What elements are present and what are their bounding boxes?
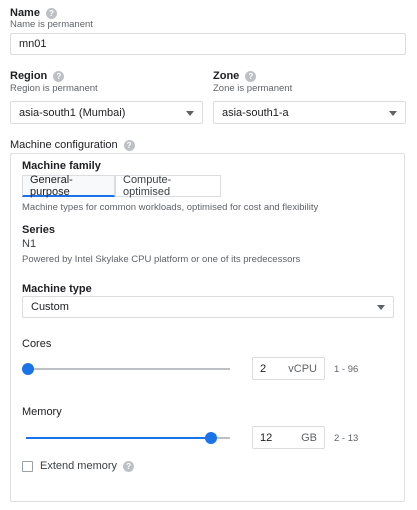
dropdown-arrow-icon [377,305,385,310]
zone-label-row: Zone? [213,70,257,82]
cores-range: 1 - 96 [334,364,359,375]
region-select[interactable]: asia-south1 (Mumbai) [10,101,203,124]
zone-helper: Zone is permanent [213,83,293,94]
zone-select-value: asia-south1-a [222,106,289,119]
memory-label: Memory [22,406,62,418]
series-description: Powered by Intel Skylake CPU platform or… [22,254,301,265]
tab-compute-optimised[interactable]: Compute-optimised [115,174,221,198]
zone-label: Zone [213,70,240,82]
tab-general-purpose[interactable]: General-purpose [22,173,115,198]
machine-type-label: Machine type [22,283,92,295]
memory-input[interactable]: 12 GB [252,426,325,449]
dropdown-arrow-icon [389,110,397,116]
name-input-value: mn01 [19,38,47,50]
cores-label: Cores [22,338,52,350]
family-description: Machine types for common workloads, opti… [22,202,319,213]
name-label-row: Name? [10,7,57,19]
series-label: Series [22,224,56,236]
region-select-value: asia-south1 (Mumbai) [19,106,126,119]
cores-unit: vCPU [288,362,317,375]
extend-memory-row: Extend memory? [40,460,135,472]
machine-config-label: Machine configuration [10,139,118,151]
extend-memory-checkbox[interactable] [22,461,33,472]
help-icon[interactable]: ? [53,70,65,82]
extend-memory-label[interactable]: Extend memory [40,460,117,472]
region-helper: Region is permanent [10,83,98,94]
tab-label: General-purpose [30,173,73,198]
cores-input[interactable]: 2 vCPU [252,357,325,380]
machine-config-label-row: Machine configuration? [10,139,135,151]
help-icon[interactable]: ? [123,139,135,151]
memory-slider-fill [26,437,212,439]
cores-value: 2 [260,362,267,375]
name-helper: Name is permanent [10,19,93,30]
help-icon[interactable]: ? [45,7,57,19]
machine-family-label: Machine family [22,160,101,172]
memory-unit: GB [301,431,317,444]
help-icon[interactable]: ? [123,460,135,472]
help-icon[interactable]: ? [245,70,257,82]
machine-type-value: Custom [31,301,69,313]
series-value: N1 [22,238,37,250]
memory-value: 12 [260,431,273,444]
cores-slider-track[interactable] [26,368,230,370]
machine-type-select[interactable]: Custom [22,296,394,318]
tab-label: Compute-optimised [123,174,172,198]
dropdown-arrow-icon [186,110,194,116]
memory-range: 2 - 13 [334,433,359,444]
region-label: Region [10,70,48,82]
region-label-row: Region? [10,70,65,82]
name-label: Name [10,7,40,19]
name-input[interactable]: mn01 [10,33,406,55]
zone-select[interactable]: asia-south1-a [213,101,406,124]
